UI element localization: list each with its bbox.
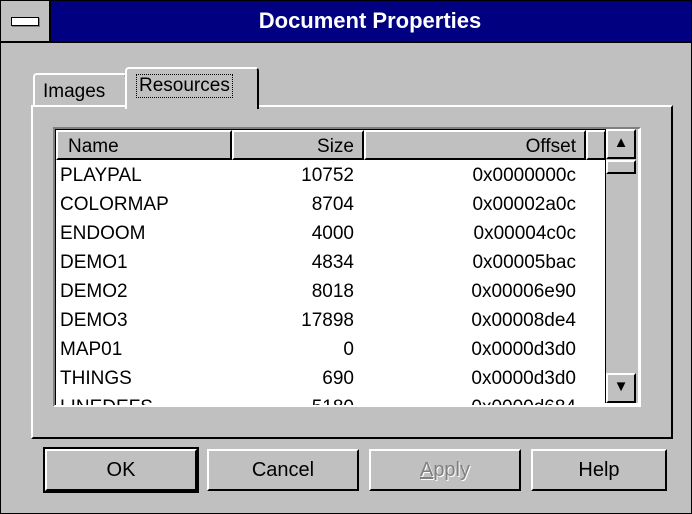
resource-size: 8704 bbox=[311, 194, 354, 215]
resource-size: 8018 bbox=[311, 281, 354, 302]
cancel-button[interactable]: Cancel bbox=[207, 449, 359, 491]
resource-name: COLORMAP bbox=[60, 194, 169, 215]
resource-size: 4834 bbox=[311, 252, 354, 273]
resource-offset: 0x00006e90 bbox=[471, 281, 576, 302]
list-item[interactable]: ENDOOM 4000 0x00004c0c bbox=[56, 219, 605, 248]
resource-size: 5180 bbox=[232, 393, 354, 405]
scroll-up-button[interactable]: ▲ bbox=[606, 129, 636, 159]
resource-name: DEMO2 bbox=[60, 281, 128, 302]
arrow-down-icon: ▼ bbox=[613, 378, 629, 395]
column-header-size[interactable]: Size bbox=[232, 130, 364, 160]
arrow-up-icon: ▲ bbox=[613, 134, 629, 151]
list-item[interactable]: MAP01 0 0x0000d3d0 bbox=[56, 335, 605, 364]
tab-resources-label: Resources bbox=[136, 74, 233, 98]
column-header-filler bbox=[586, 130, 605, 160]
list-item[interactable]: LINEDEFS 5180 0x0000d684 bbox=[56, 393, 605, 405]
resource-name: THINGS bbox=[60, 368, 132, 389]
list-item[interactable]: THINGS 690 0x0000d3d0 bbox=[56, 364, 605, 393]
scroll-down-button[interactable]: ▼ bbox=[606, 373, 636, 403]
column-header-offset[interactable]: Offset bbox=[364, 130, 586, 160]
resource-size: 690 bbox=[322, 368, 354, 389]
system-menu-button[interactable] bbox=[1, 1, 51, 41]
list-item[interactable]: PLAYPAL 10752 0x0000000c bbox=[56, 161, 605, 190]
list-item[interactable]: DEMO1 4834 0x00005bac bbox=[56, 248, 605, 277]
resource-name: MAP01 bbox=[60, 339, 123, 360]
title-bar[interactable]: Document Properties bbox=[1, 1, 691, 43]
resource-size: 0 bbox=[343, 339, 354, 360]
list-item[interactable]: DEMO3 17898 0x00008de4 bbox=[56, 306, 605, 335]
resource-offset: 0x0000d3d0 bbox=[471, 368, 576, 389]
tab-resources[interactable]: Resources bbox=[125, 67, 259, 109]
resource-name: LINEDEFS bbox=[60, 393, 153, 405]
resource-offset: 0x0000d684 bbox=[364, 393, 576, 405]
resource-offset: 0x00008de4 bbox=[471, 310, 576, 331]
vertical-scrollbar[interactable]: ▲ ▼ bbox=[605, 129, 638, 403]
document-properties-dialog: Document Properties Images Resources Nam… bbox=[0, 0, 692, 514]
apply-label-rest: pply bbox=[433, 459, 471, 481]
apply-button[interactable]: Apply bbox=[369, 449, 521, 491]
resource-name: DEMO1 bbox=[60, 252, 128, 273]
apply-mnemonic: A bbox=[419, 459, 434, 481]
ok-button[interactable]: OK bbox=[43, 447, 199, 493]
resource-name: PLAYPAL bbox=[60, 165, 142, 186]
resource-size: 4000 bbox=[311, 223, 354, 244]
resource-offset: 0x0000d3d0 bbox=[471, 339, 576, 360]
resource-offset: 0x00004c0c bbox=[473, 223, 576, 244]
resource-name: ENDOOM bbox=[60, 223, 146, 244]
resource-size: 17898 bbox=[301, 310, 354, 331]
scroll-thumb[interactable] bbox=[606, 160, 636, 174]
tab-images-label: Images bbox=[43, 81, 106, 102]
system-menu-icon bbox=[11, 17, 39, 26]
resources-list[interactable]: Name Size Offset PLAYPAL 10752 0x0000000… bbox=[53, 127, 641, 407]
resources-panel: Name Size Offset PLAYPAL 10752 0x0000000… bbox=[31, 105, 673, 439]
list-item[interactable]: COLORMAP 8704 0x00002a0c bbox=[56, 190, 605, 219]
list-item[interactable]: DEMO2 8018 0x00006e90 bbox=[56, 277, 605, 306]
resource-size: 10752 bbox=[301, 165, 354, 186]
resource-offset: 0x0000000c bbox=[472, 165, 576, 186]
column-header-name[interactable]: Name bbox=[56, 130, 232, 160]
resource-name: DEMO3 bbox=[60, 310, 128, 331]
window-title: Document Properties bbox=[258, 8, 482, 33]
help-button[interactable]: Help bbox=[531, 449, 667, 491]
tab-images[interactable]: Images bbox=[33, 73, 127, 107]
resource-offset: 0x00002a0c bbox=[472, 194, 576, 215]
resources-list-content: Name Size Offset PLAYPAL 10752 0x0000000… bbox=[55, 129, 605, 405]
resource-offset: 0x00005bac bbox=[472, 252, 576, 273]
resource-rows: PLAYPAL 10752 0x0000000c COLORMAP 8704 0… bbox=[56, 161, 605, 405]
